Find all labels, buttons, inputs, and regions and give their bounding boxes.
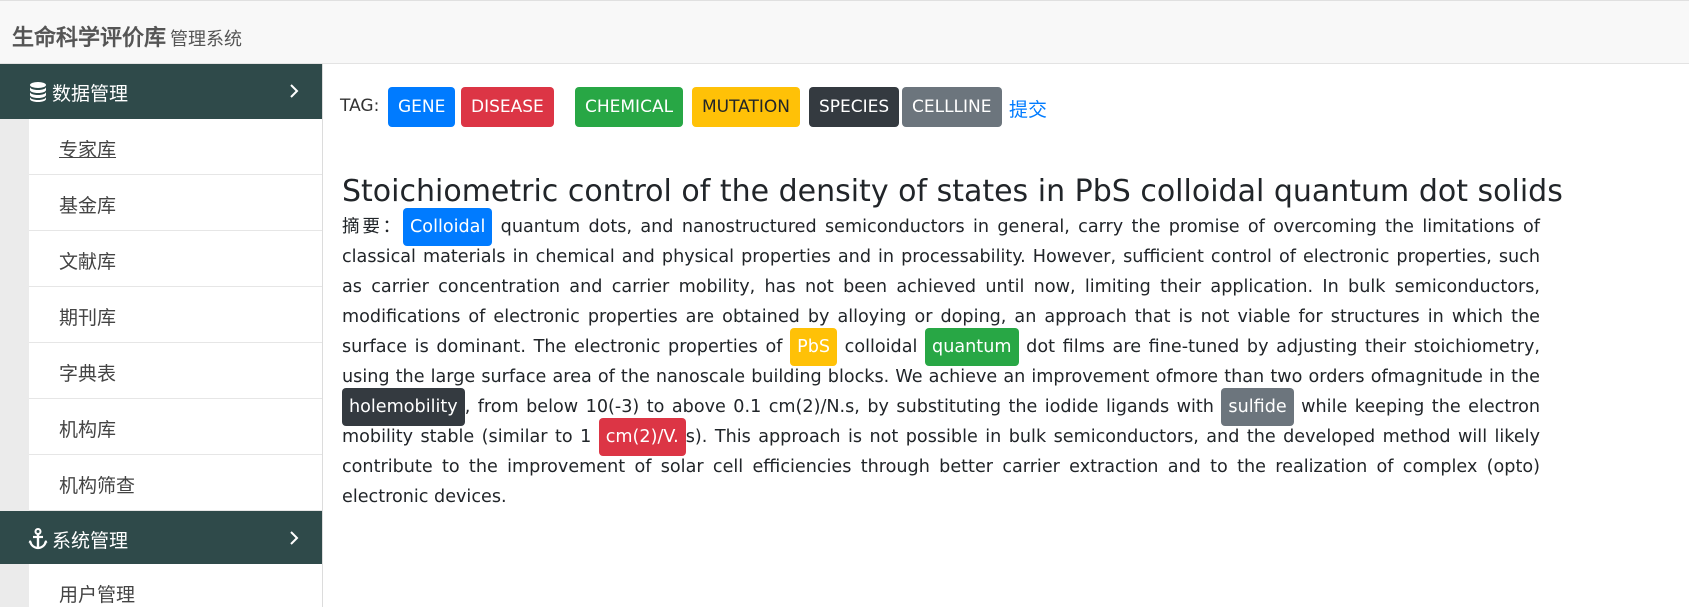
sidebar-item-label: 期刊库 [59, 307, 117, 329]
sidebar-item-user-management[interactable]: 用户管理 [29, 564, 322, 607]
tag-chemical-button[interactable]: CHEMICAL [575, 87, 684, 127]
tagged-entity-cellline[interactable]: sulfide [1221, 388, 1294, 426]
tag-disease-button[interactable]: DISEASE [461, 87, 554, 127]
anchor-icon [28, 528, 48, 550]
sidebar-item-expert-library[interactable]: 专家库 [29, 119, 322, 175]
sidebar-item-label: 专家库 [59, 139, 117, 161]
tagged-entity-disease[interactable]: cm(2)/V. [598, 418, 686, 456]
sidebar-item-literature-library[interactable]: 文献库 [29, 231, 322, 287]
sidebar-item-fund-library[interactable]: 基金库 [29, 175, 322, 231]
app-subtitle: 管理系统 [170, 29, 243, 50]
database-icon [30, 82, 46, 102]
sidebar-item-journal-library[interactable]: 期刊库 [29, 287, 322, 343]
sidebar-item-dictionary[interactable]: 字典表 [29, 343, 322, 399]
article-abstract: 摘要： Colloidal quantum dots, and nanostruc… [342, 208, 1540, 512]
submit-link[interactable]: 提交 [1009, 95, 1047, 122]
abstract-text: colloidal [837, 337, 926, 357]
tag-label: TAG: [340, 96, 380, 116]
chevron-right-icon [290, 84, 299, 98]
main-content: TAG: GENE DISEASE CHEMICAL MUTATION SPEC… [323, 64, 1689, 607]
sidebar-item-label: 用户管理 [59, 584, 136, 606]
tag-species-button[interactable]: SPECIES [809, 87, 900, 127]
tag-gene-button[interactable]: GENE [388, 87, 456, 127]
sidebar-item-label: 字典表 [59, 363, 117, 385]
sidebar-section-label: 数据管理 [52, 83, 129, 105]
sidebar-item-label: 文献库 [59, 251, 117, 273]
tagged-entity-gene[interactable]: Colloidal [403, 208, 493, 246]
tagged-entity-chemical[interactable]: quantum [925, 328, 1019, 366]
tag-cellline-button[interactable]: CELLLINE [902, 87, 1002, 127]
tag-mutation-button[interactable]: MUTATION [692, 87, 800, 127]
top-navbar: 生命科学评价库 管理系统 [0, 0, 1689, 64]
app-brand[interactable]: 生命科学评价库 管理系统 [12, 20, 242, 52]
app-title: 生命科学评价库 [12, 26, 167, 51]
sidebar-section-label: 系统管理 [52, 530, 129, 552]
sidebar-item-institution-screening[interactable]: 机构筛查 [29, 455, 322, 511]
article-title: Stoichiometric control of the density of… [342, 174, 1563, 209]
abstract-label: 摘要： [342, 217, 404, 237]
tagged-entity-species[interactable]: holemobility [342, 388, 465, 426]
sidebar-item-label: 机构筛查 [59, 475, 136, 497]
sidebar: 数据管理 专家库 基金库 文献库 期刊库 字典表 机构库 机构筛查 系统管理 用… [0, 64, 323, 607]
sidebar-item-label: 机构库 [59, 419, 117, 441]
sidebar-item-institution-library[interactable]: 机构库 [29, 399, 322, 455]
tagged-entity-mutation[interactable]: PbS [790, 328, 838, 366]
abstract-text: , from below 10(-3) to above 0.1 cm(2)/N… [464, 397, 1222, 417]
chevron-right-icon [290, 531, 299, 545]
sidebar-section-system-management[interactable]: 系统管理 [0, 511, 322, 564]
sidebar-section-data-management[interactable]: 数据管理 [0, 64, 322, 119]
sidebar-item-label: 基金库 [59, 195, 117, 217]
